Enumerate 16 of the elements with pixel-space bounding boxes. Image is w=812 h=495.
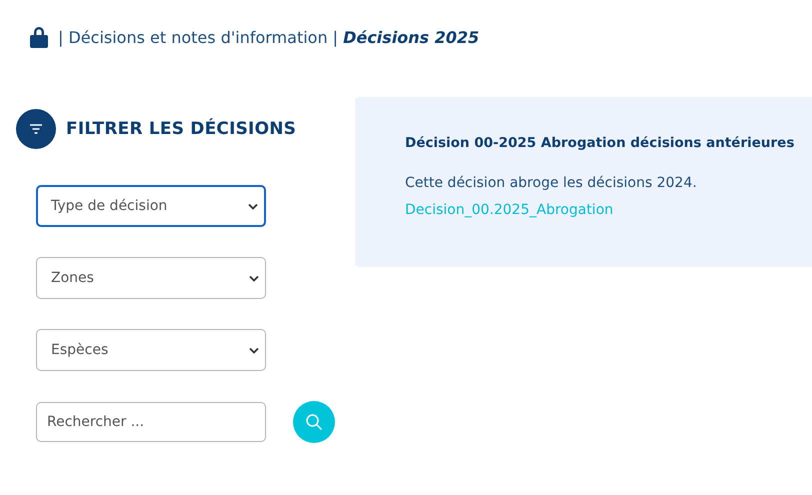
breadcrumb-current: Décisions 2025 <box>343 28 480 46</box>
decision-title: Décision 00-2025 Abrogation décisions antérieures <box>405 135 796 151</box>
filter-button[interactable] <box>16 109 56 149</box>
filter-title: FILTRER LES DÉCISIONS <box>66 119 296 139</box>
decision-description: Cette décision abroge les décisions 2024. <box>405 175 698 191</box>
chevron-down-icon <box>248 202 258 210</box>
lock-icon <box>30 26 48 48</box>
chevron-down-icon <box>249 346 259 354</box>
dropdown-field[interactable]: Type de décision <box>36 185 266 227</box>
search-field[interactable]: Rechercher ... <box>36 402 266 442</box>
dropdown-field[interactable]: Espèces <box>36 329 266 371</box>
dropdown-field[interactable]: Zones <box>36 257 266 299</box>
chevron-down-icon <box>249 274 259 282</box>
search-icon <box>305 413 323 431</box>
breadcrumb-path: | Décisions et notes d'information | <box>58 28 338 46</box>
filter-icon <box>29 124 43 134</box>
